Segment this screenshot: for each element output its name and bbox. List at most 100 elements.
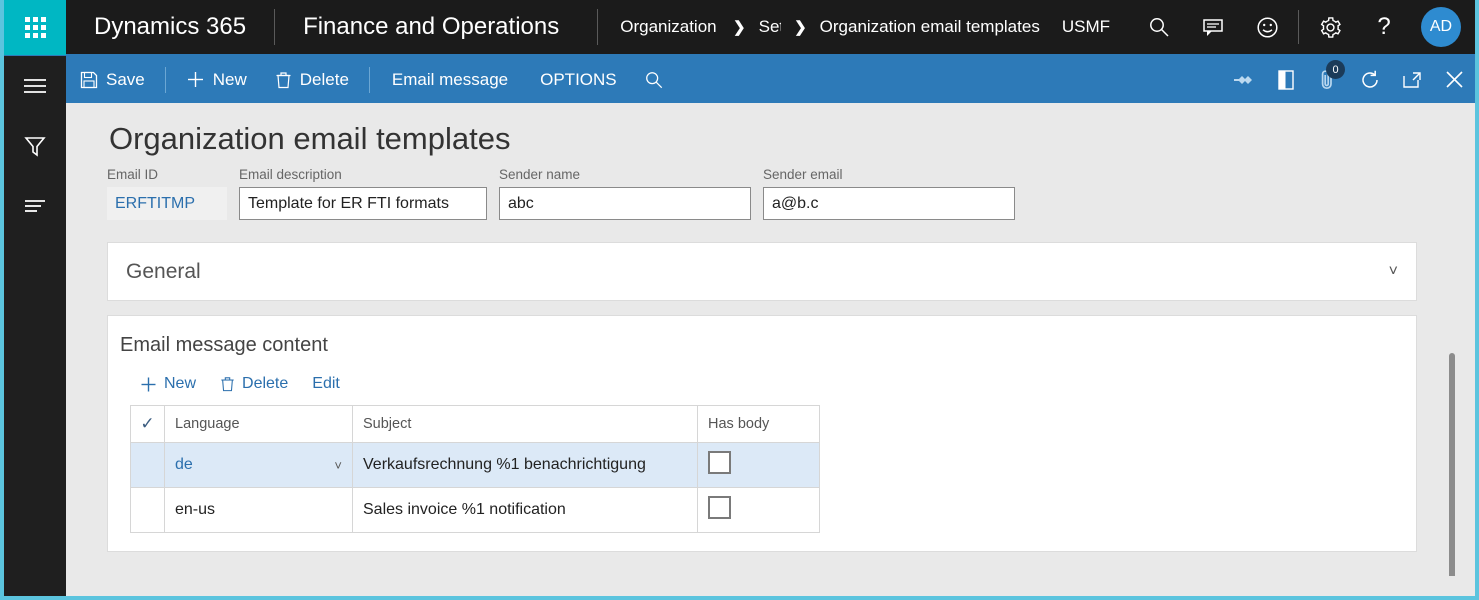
field-sender-name: Sender name (499, 167, 751, 220)
delete-label: Delete (300, 70, 349, 90)
has-body-checkbox[interactable] (708, 451, 731, 474)
attachment-icon[interactable]: 0 (1307, 56, 1349, 103)
cell-subject[interactable]: Verkaufsrechnung %1 benachrichtigung (353, 443, 698, 488)
email-id-input[interactable] (107, 187, 227, 220)
new-button[interactable]: New (172, 56, 261, 103)
email-message-content-section: Email message content New Delete Edit (107, 315, 1417, 552)
tab-email-message[interactable]: Email message (376, 70, 524, 90)
grid-edit-label: Edit (312, 375, 340, 393)
popout-icon[interactable] (1391, 56, 1433, 103)
grid-toolbar: New Delete Edit (108, 357, 1416, 405)
trash-icon (275, 71, 292, 89)
cell-subject[interactable]: Sales invoice %1 notification (353, 488, 698, 533)
save-label: Save (106, 70, 145, 90)
search-icon[interactable] (633, 56, 675, 103)
email-description-input[interactable] (239, 187, 487, 220)
help-icon[interactable]: ? (1357, 0, 1411, 55)
module-name[interactable]: Finance and Operations (274, 9, 587, 45)
general-section-header[interactable]: General ˅ (108, 243, 1416, 300)
action-pane: Save New Delete Email message OPTIONS (66, 56, 1475, 103)
product-name[interactable]: Dynamics 365 (66, 9, 274, 45)
grid-edit-button[interactable]: Edit (302, 371, 350, 397)
cell-has-body[interactable] (698, 443, 820, 488)
plus-icon (186, 70, 205, 89)
grid-new-button[interactable]: New (130, 371, 206, 397)
cell-language[interactable]: de ˅ (165, 443, 353, 488)
has-body-checkbox[interactable] (708, 496, 731, 519)
vertical-scrollbar[interactable] (1449, 353, 1455, 596)
hamburger-menu-icon[interactable] (4, 56, 66, 116)
header-fields: Email ID Email description Sender name S… (66, 167, 1475, 220)
sender-email-input[interactable] (763, 187, 1015, 220)
attachment-count-badge: 0 (1326, 60, 1345, 79)
gear-icon[interactable] (1303, 0, 1357, 55)
app-window: Dynamics 365 Finance and Operations Orga… (0, 0, 1479, 600)
save-button[interactable]: Save (66, 56, 159, 103)
company-selector[interactable]: USMF (1040, 17, 1132, 37)
email-content-grid: ✓ Language Subject Has body de ˅ (130, 405, 820, 533)
field-sender-email: Sender email (763, 167, 1015, 220)
top-navigation-bar: Dynamics 365 Finance and Operations Orga… (4, 0, 1475, 56)
smiley-icon[interactable] (1240, 0, 1294, 55)
close-icon[interactable] (1433, 56, 1475, 103)
action-divider (369, 67, 370, 93)
plus-icon (140, 376, 157, 393)
column-header-has-body[interactable]: Has body (698, 406, 820, 443)
field-label-email-description: Email description (239, 167, 487, 182)
cell-language-value: de (175, 456, 193, 474)
checkmark-icon: ✓ (140, 414, 154, 433)
page-content: Organization email templates Email ID Em… (66, 103, 1475, 596)
sender-name-input[interactable] (499, 187, 751, 220)
filter-icon[interactable] (4, 116, 66, 176)
grid-new-label: New (164, 375, 196, 393)
breadcrumb-item-organization-administration[interactable]: Organization administratio (620, 17, 720, 37)
new-label: New (213, 70, 247, 90)
save-icon (80, 71, 98, 89)
action-pane-right-group: 0 (1223, 56, 1475, 103)
nav-divider (1298, 10, 1299, 44)
chevron-down-icon[interactable]: ˅ (1389, 263, 1398, 281)
grid-header-row: ✓ Language Subject Has body (131, 406, 820, 443)
column-header-language[interactable]: Language (165, 406, 353, 443)
email-message-content-title: Email message content (108, 316, 1416, 357)
row-selector[interactable] (131, 443, 165, 488)
search-icon[interactable] (1132, 0, 1186, 55)
action-divider (165, 67, 166, 93)
breadcrumb-item-organization-email-templates[interactable]: Organization email templates (820, 17, 1040, 37)
general-section[interactable]: General ˅ (107, 242, 1417, 301)
feedback-icon[interactable] (1186, 0, 1240, 55)
cell-language[interactable]: en-us (165, 488, 353, 533)
left-navigation-rail (4, 56, 66, 596)
bottom-strip (128, 576, 1475, 596)
column-header-subject[interactable]: Subject (353, 406, 698, 443)
field-email-description: Email description (239, 167, 487, 220)
field-email-id: Email ID (107, 167, 227, 220)
field-label-email-id: Email ID (107, 167, 227, 182)
waffle-grid-glyph (25, 17, 46, 38)
avatar[interactable]: AD (1421, 7, 1461, 47)
refresh-icon[interactable] (1349, 56, 1391, 103)
grid-delete-label: Delete (242, 375, 288, 393)
delete-button[interactable]: Delete (261, 56, 363, 103)
table-row[interactable]: en-us Sales invoice %1 notification (131, 488, 820, 533)
column-header-select-all[interactable]: ✓ (131, 406, 165, 443)
chevron-right-icon: ❯ (733, 18, 746, 36)
general-section-title: General (126, 260, 201, 284)
trash-icon (220, 376, 235, 392)
chevron-right-icon: ❯ (794, 18, 807, 36)
field-label-sender-name: Sender name (499, 167, 751, 182)
breadcrumb: Organization administratio ❯ Setup ❯ Org… (597, 9, 1040, 45)
chevron-down-icon[interactable]: ˅ (334, 458, 342, 473)
list-sort-icon[interactable] (4, 176, 66, 236)
app-launcher-icon[interactable] (4, 0, 66, 55)
office-app-icon[interactable] (1265, 56, 1307, 103)
tab-options[interactable]: OPTIONS (524, 70, 633, 90)
field-label-sender-email: Sender email (763, 167, 1015, 182)
breadcrumb-item-setup[interactable]: Setup (759, 17, 781, 37)
row-selector[interactable] (131, 488, 165, 533)
cell-has-body[interactable] (698, 488, 820, 533)
link-share-icon[interactable] (1223, 56, 1265, 103)
top-nav-right-group: USMF ? AD (1040, 0, 1475, 55)
grid-delete-button[interactable]: Delete (210, 371, 298, 397)
table-row[interactable]: de ˅ Verkaufsrechnung %1 benachrichtigun… (131, 443, 820, 488)
